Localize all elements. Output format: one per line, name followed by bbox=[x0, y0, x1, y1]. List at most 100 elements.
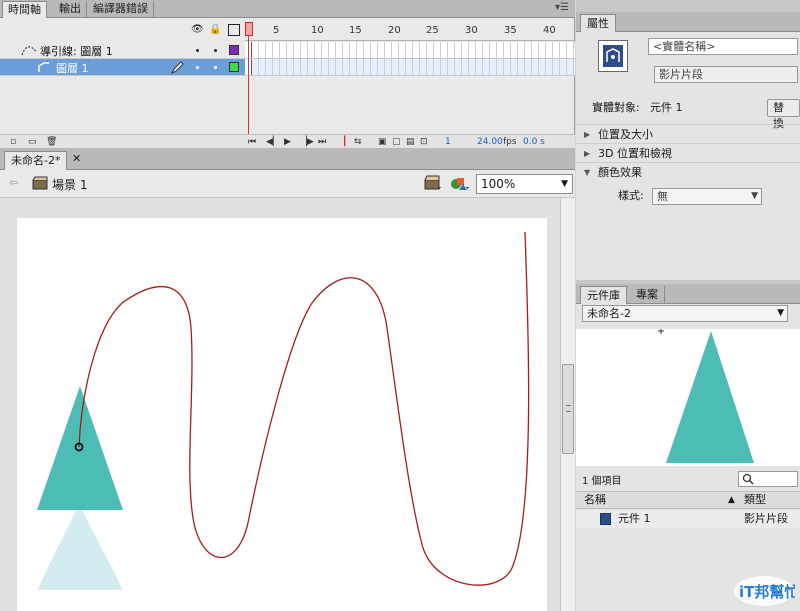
lock-dot[interactable] bbox=[214, 66, 217, 69]
style-value: 無 bbox=[657, 190, 668, 203]
library-item[interactable]: 元件 1 影片片段 bbox=[576, 510, 800, 528]
vertical-scrollbar[interactable] bbox=[560, 198, 575, 611]
column-type[interactable]: 類型 bbox=[744, 492, 766, 508]
chevron-down-icon[interactable]: ▼ bbox=[777, 306, 784, 321]
edit-multiple-frames-icon[interactable]: ▤ bbox=[406, 136, 415, 148]
style-select[interactable]: 無 ▼ bbox=[652, 188, 762, 205]
layer-outline-color[interactable] bbox=[229, 45, 239, 55]
motion-guide-path[interactable] bbox=[78, 231, 530, 586]
chevron-down-icon: ▼ bbox=[584, 168, 591, 177]
onion-outline-icon[interactable]: ▢ bbox=[392, 136, 401, 148]
step-forward-icon[interactable]: ▕▶ bbox=[300, 136, 314, 148]
tab-properties[interactable]: 屬性 bbox=[580, 14, 616, 32]
layer-row-guide[interactable]: 導引線: 圖層 1 bbox=[0, 42, 245, 59]
symbol-type-value: 影片片段 bbox=[659, 68, 703, 81]
visibility-dot[interactable] bbox=[196, 49, 199, 52]
section-label: 3D 位置和檢視 bbox=[598, 147, 672, 160]
panel-menu-icon[interactable]: ▾☰ bbox=[555, 2, 569, 13]
section-label: 顏色效果 bbox=[598, 166, 642, 179]
pencil-icon[interactable] bbox=[170, 61, 184, 74]
crosshair-icon bbox=[658, 328, 664, 334]
tab-project[interactable]: 專案 bbox=[630, 286, 665, 304]
edit-bar: ⇦ 場景 1 100% ▼ bbox=[0, 170, 575, 198]
close-icon[interactable]: ✕ bbox=[72, 152, 81, 165]
lock-icon[interactable]: 🔒 bbox=[209, 24, 221, 36]
zoom-select[interactable]: 100% ▼ bbox=[476, 174, 573, 194]
pasteboard[interactable] bbox=[0, 198, 560, 611]
ithome-watermark-logo: iT邦幫忙 bbox=[733, 573, 799, 607]
section-3d-position[interactable]: ▶ 3D 位置和檢視 bbox=[576, 143, 800, 162]
library-document-select[interactable]: 未命名-2 ▼ bbox=[582, 305, 788, 322]
play-icon[interactable]: ▶ bbox=[284, 136, 291, 148]
current-frame[interactable]: 1 bbox=[445, 136, 451, 148]
section-position-size[interactable]: ▶ 位置及大小 bbox=[576, 124, 800, 143]
chevron-down-icon[interactable]: ▼ bbox=[561, 175, 568, 193]
stage-canvas[interactable] bbox=[17, 218, 547, 611]
frame-number: 30 bbox=[465, 25, 478, 36]
library-tabbar: 元件庫 專案 bbox=[576, 284, 800, 304]
grip-icon bbox=[566, 405, 571, 412]
triangle-onion-skin bbox=[37, 504, 123, 590]
properties-panel: 屬性 <實體名稱> 影片片段 實體對象: 元件 1 替換 ▶ 位置及大小 ▶ 3… bbox=[576, 12, 800, 280]
style-row: 樣式: 無 ▼ bbox=[576, 186, 800, 206]
tab-library[interactable]: 元件庫 bbox=[580, 286, 627, 304]
symbol-type-select[interactable]: 影片片段 bbox=[654, 66, 798, 83]
scene-label[interactable]: 場景 1 bbox=[52, 176, 87, 193]
tab-output[interactable]: 輸出 bbox=[54, 1, 87, 18]
library-column-header: 名稱 ▲ 類型 bbox=[576, 491, 800, 509]
frame-number: 10 bbox=[311, 25, 324, 36]
watermark-text: iT邦幫忙 bbox=[739, 583, 795, 601]
playhead[interactable] bbox=[245, 22, 253, 134]
layer-row-layer1[interactable]: 圖層 1 bbox=[0, 59, 245, 76]
onion-markers-icon[interactable]: ⊡ bbox=[420, 136, 428, 148]
stage-artwork bbox=[37, 231, 530, 590]
library-search-input[interactable] bbox=[738, 471, 798, 487]
style-label: 樣式: bbox=[618, 189, 644, 202]
document-tab[interactable]: 未命名-2* bbox=[4, 151, 68, 170]
sort-icon[interactable]: ▲ bbox=[728, 492, 735, 508]
center-frame-icon[interactable]: ┃ bbox=[342, 136, 347, 148]
frame-rate[interactable]: 24.00 bbox=[477, 136, 503, 148]
onion-skin-icon[interactable]: ▣ bbox=[378, 136, 387, 148]
go-to-first-frame-icon[interactable]: ⏮ bbox=[248, 136, 256, 148]
instance-name-input[interactable]: <實體名稱> bbox=[648, 38, 798, 55]
timeline-tabbar: 時間軸 輸出 編譯器錯誤 ▾☰ bbox=[0, 0, 575, 18]
new-layer-icon[interactable]: ▫ bbox=[10, 136, 16, 148]
library-panel: 元件庫 專案 未命名-2 ▼ 1 個項目 名稱 ▲ 類型 元件 1 影片片段 bbox=[576, 284, 800, 611]
triangle-symbol-instance[interactable] bbox=[37, 386, 123, 510]
zoom-value: 100% bbox=[481, 177, 516, 191]
playhead-handle[interactable] bbox=[245, 22, 253, 36]
right-panels: 屬性 <實體名稱> 影片片段 實體對象: 元件 1 替換 ▶ 位置及大小 ▶ 3… bbox=[576, 0, 800, 611]
trash-icon[interactable]: 🗑 bbox=[46, 136, 57, 148]
lock-dot[interactable] bbox=[214, 49, 217, 52]
layer-name[interactable]: 圖層 1 bbox=[56, 60, 89, 76]
frames-row-guide[interactable] bbox=[245, 42, 575, 59]
step-back-icon[interactable]: ◀▏ bbox=[266, 136, 280, 148]
playhead-line bbox=[248, 36, 249, 134]
frame-number: 25 bbox=[426, 25, 439, 36]
tab-compiler-errors[interactable]: 編譯器錯誤 bbox=[88, 1, 154, 18]
frame-ruler[interactable]: 1 5 10 15 20 25 30 35 40 bbox=[245, 19, 575, 41]
loop-icon[interactable]: ⇆ bbox=[354, 136, 362, 148]
visibility-dot[interactable] bbox=[196, 66, 199, 69]
layer-name[interactable]: 導引線: 圖層 1 bbox=[40, 43, 113, 59]
section-color-effect[interactable]: ▼ 顏色效果 bbox=[576, 162, 800, 181]
back-arrow-icon[interactable]: ⇦ bbox=[9, 176, 18, 189]
edit-scene-icon[interactable] bbox=[424, 175, 442, 191]
edit-symbol-icon[interactable] bbox=[450, 175, 470, 191]
outline-icon[interactable] bbox=[228, 24, 240, 36]
swap-button[interactable]: 替換 bbox=[767, 99, 800, 130]
eye-icon[interactable]: 👁 bbox=[191, 24, 204, 36]
new-folder-icon[interactable]: ▭ bbox=[28, 136, 37, 148]
frames-row-layer1[interactable] bbox=[245, 59, 575, 76]
layer-icon bbox=[38, 62, 49, 72]
column-name[interactable]: 名稱 bbox=[584, 492, 606, 508]
layer-outline-color[interactable] bbox=[229, 62, 239, 72]
go-to-last-frame-icon[interactable]: ⏭ bbox=[318, 136, 326, 148]
instance-of-row: 實體對象: 元件 1 替換 bbox=[576, 98, 800, 130]
scrollbar-thumb[interactable] bbox=[562, 364, 574, 454]
tab-timeline[interactable]: 時間軸 bbox=[2, 1, 47, 18]
library-preview bbox=[576, 328, 800, 466]
chevron-down-icon[interactable]: ▼ bbox=[751, 189, 758, 204]
frames-area[interactable] bbox=[245, 42, 575, 78]
